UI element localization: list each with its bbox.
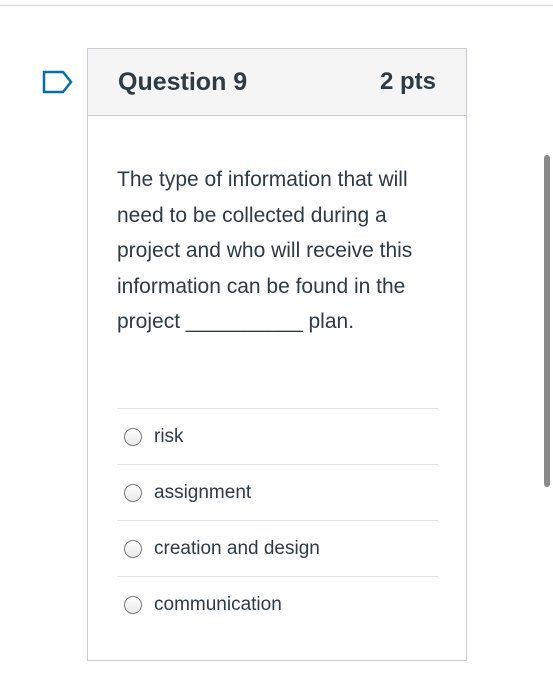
question-title: Question 9	[118, 67, 248, 96]
radio-button[interactable]	[124, 427, 142, 446]
answer-label[interactable]: risk	[154, 426, 184, 448]
question-header: Question 9 2 pts	[88, 49, 466, 116]
question-card: Question 9 2 pts The type of information…	[87, 48, 467, 661]
question-text: The type of information that will need t…	[117, 168, 413, 333]
question-points: 2 pts	[379, 68, 436, 95]
radio-button[interactable]	[124, 539, 142, 558]
answer-label[interactable]: communication	[154, 594, 282, 616]
answer-option[interactable]: creation and design	[117, 520, 438, 576]
answer-option[interactable]: assignment	[117, 464, 438, 520]
quiz-page: Question 9 2 pts The type of information…	[0, 0, 553, 700]
scrollbar-thumb[interactable]	[544, 155, 550, 487]
answer-option[interactable]: communication	[117, 576, 438, 632]
top-divider	[0, 5, 553, 6]
flag-question-icon[interactable]	[42, 70, 74, 94]
answer-label[interactable]: assignment	[154, 482, 251, 504]
radio-button[interactable]	[124, 483, 142, 502]
answer-label[interactable]: creation and design	[154, 538, 320, 560]
radio-button[interactable]	[124, 595, 142, 614]
answer-option[interactable]: risk	[117, 408, 438, 464]
answer-list: risk assignment creation and design comm…	[117, 408, 438, 632]
